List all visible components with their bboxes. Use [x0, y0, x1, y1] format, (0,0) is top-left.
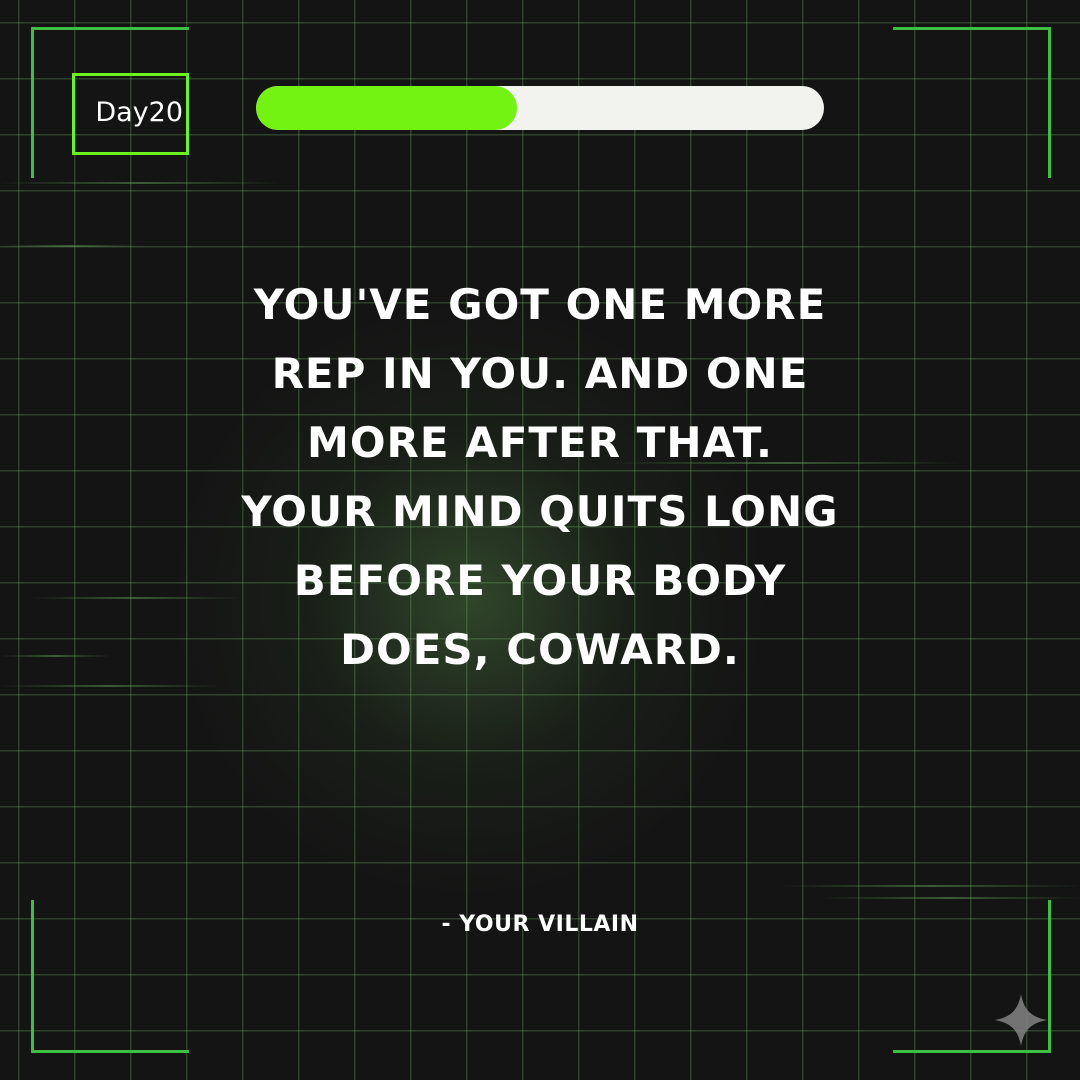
quote-line: REP IN YOU. AND ONE	[271, 349, 809, 398]
progress-bar	[256, 86, 824, 130]
corner-bracket-top-right	[893, 27, 1051, 178]
quote-card: Day20 YOU'VE GOT ONE MORE REP IN YOU. AN…	[0, 0, 1080, 1080]
light-streak	[820, 897, 1080, 899]
light-streak	[780, 885, 1080, 887]
day-badge: Day20	[72, 73, 189, 155]
attribution: - YOUR VILLAIN	[441, 912, 639, 937]
quote-text: YOU'VE GOT ONE MORE REP IN YOU. AND ONE …	[170, 270, 910, 684]
corner-bracket-bottom-left	[31, 900, 189, 1053]
light-streak	[0, 685, 220, 687]
light-streak	[0, 655, 110, 657]
quote-line: YOUR MIND QUITS LONG	[241, 487, 839, 536]
sparkle-icon	[995, 994, 1047, 1046]
light-streak	[0, 182, 280, 184]
quote-line: YOU'VE GOT ONE MORE	[253, 280, 827, 329]
quote-line: BEFORE YOUR BODY	[293, 556, 787, 605]
progress-bar-fill	[256, 86, 518, 130]
day-badge-label: Day20	[95, 97, 183, 128]
quote-line: DOES, COWARD.	[340, 625, 740, 674]
light-streak	[0, 245, 140, 247]
quote-line: MORE AFTER THAT.	[307, 418, 773, 467]
